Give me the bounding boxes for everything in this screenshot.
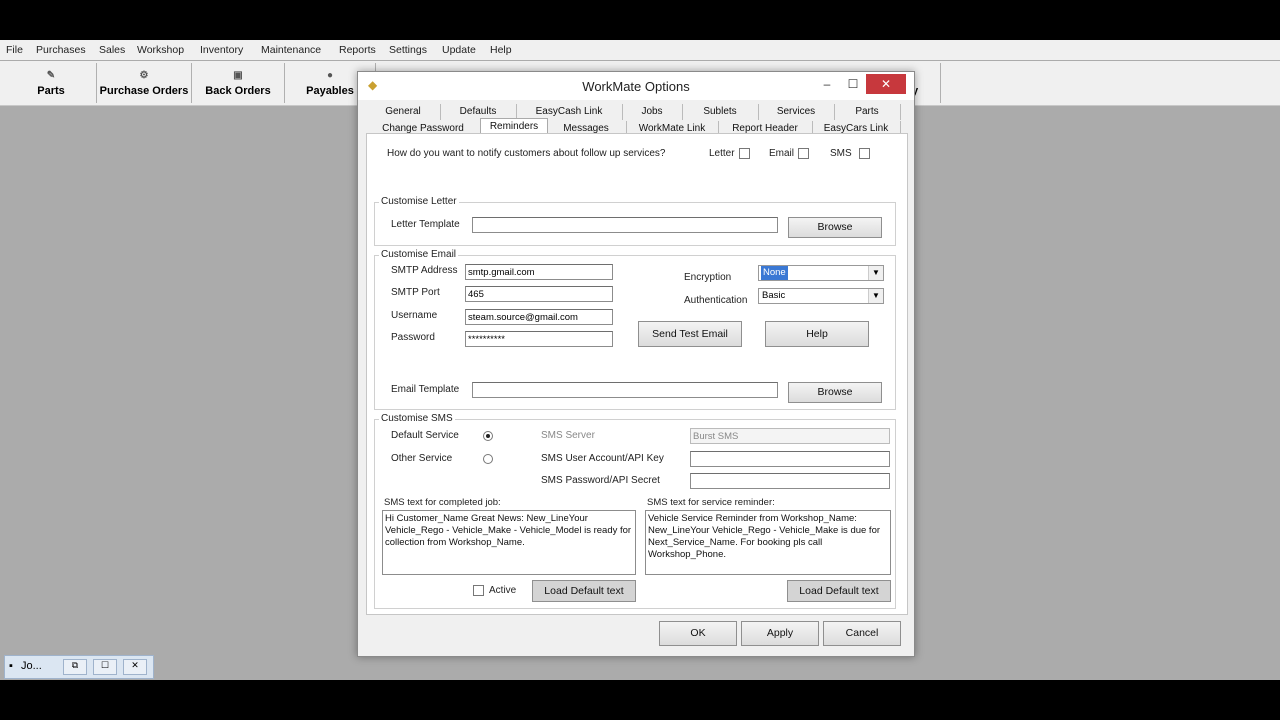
sms-group: Customise SMS Default Service Other Serv…: [374, 413, 896, 609]
sms-completed-label: SMS text for completed job:: [384, 497, 501, 508]
minimized-app-icon: ▪: [9, 660, 13, 672]
workmate-options-dialog: ◆ WorkMate Options – ☐ ✕ General Default…: [357, 71, 915, 657]
password-label: Password: [391, 332, 435, 343]
smtp-address-label: SMTP Address: [391, 265, 458, 276]
notify-letter-checkbox[interactable]: [739, 148, 750, 159]
active-checkbox[interactable]: [473, 585, 484, 596]
encryption-value: None: [761, 266, 788, 280]
sms-server-label: SMS Server: [541, 430, 595, 441]
smtp-address-field[interactable]: smtp.gmail.com: [465, 264, 613, 280]
letter-group-title: Customise Letter: [379, 196, 459, 207]
other-service-radio[interactable]: [483, 454, 493, 464]
letter-template-field[interactable]: [472, 217, 778, 233]
parts-icon: ✎: [46, 70, 56, 81]
minimize-icon[interactable]: –: [816, 74, 838, 94]
send-test-email-button[interactable]: Send Test Email: [638, 321, 742, 347]
back-orders-button[interactable]: ▣ Back Orders: [192, 63, 285, 103]
sms-password-label: SMS Password/API Secret: [541, 475, 660, 486]
tab-general[interactable]: General: [366, 104, 441, 120]
sms-account-label: SMS User Account/API Key: [541, 453, 664, 464]
purchase-orders-icon: ⚙: [139, 70, 149, 81]
authentication-label: Authentication: [684, 295, 748, 306]
close-mini-icon[interactable]: ✕: [123, 659, 147, 675]
tab-parts[interactable]: Parts: [834, 104, 901, 120]
sms-reminder-label: SMS text for service reminder:: [647, 497, 775, 508]
close-icon[interactable]: ✕: [866, 74, 906, 94]
sms-server-field[interactable]: Burst SMS: [690, 428, 890, 444]
encryption-select[interactable]: None ▼: [758, 265, 884, 281]
menu-purchases[interactable]: Purchases: [36, 44, 86, 56]
email-help-button[interactable]: Help: [765, 321, 869, 347]
menu-bar: File Purchases Sales Workshop Inventory …: [0, 40, 1280, 60]
active-label: Active: [489, 585, 517, 596]
back-orders-label: Back Orders: [205, 85, 271, 97]
notify-sms-checkbox[interactable]: [859, 148, 870, 159]
email-template-label: Email Template: [391, 384, 460, 395]
menu-workshop[interactable]: Workshop: [137, 44, 184, 56]
ok-button[interactable]: OK: [659, 621, 737, 646]
maximize-icon[interactable]: ☐: [842, 74, 864, 94]
menu-settings[interactable]: Settings: [389, 44, 427, 56]
menu-reports[interactable]: Reports: [339, 44, 376, 56]
sms-password-field[interactable]: [690, 473, 890, 489]
load-default-reminder-button[interactable]: Load Default text: [787, 580, 891, 602]
menu-inventory[interactable]: Inventory: [200, 44, 243, 56]
email-group-title: Customise Email: [379, 249, 459, 260]
authentication-value: Basic: [762, 290, 786, 301]
smtp-port-field[interactable]: 465: [465, 286, 613, 302]
notify-question: How do you want to notify customers abou…: [387, 148, 666, 159]
encryption-label: Encryption: [684, 272, 732, 283]
letter-browse-button[interactable]: Browse: [788, 217, 882, 238]
username-field[interactable]: steam.source@gmail.com: [465, 309, 613, 325]
notify-letter-label: Letter: [709, 148, 735, 159]
parts-label: Parts: [37, 85, 65, 97]
cancel-button[interactable]: Cancel: [823, 621, 901, 646]
menu-sales[interactable]: Sales: [99, 44, 125, 56]
smtp-port-label: SMTP Port: [391, 287, 440, 298]
email-group: Customise Email SMTP Address smtp.gmail.…: [374, 249, 896, 410]
sms-completed-textarea[interactable]: Hi Customer_Name Great News: New_LineYou…: [382, 510, 636, 575]
other-service-label: Other Service: [391, 453, 453, 464]
minimized-title: Jo...: [21, 660, 42, 672]
username-label: Username: [391, 310, 438, 321]
menu-file[interactable]: File: [6, 44, 23, 56]
sms-reminder-textarea[interactable]: Vehicle Service Reminder from Workshop_N…: [645, 510, 891, 575]
letter-group: Customise Letter Letter Template Browse: [374, 196, 896, 246]
minimized-window[interactable]: ▪ Jo... ⧉ ☐ ✕: [4, 655, 154, 679]
letter-template-label: Letter Template: [391, 219, 460, 230]
reminders-panel: How do you want to notify customers abou…: [366, 133, 908, 615]
restore-icon[interactable]: ⧉: [63, 659, 87, 675]
menu-maintenance[interactable]: Maintenance: [261, 44, 321, 56]
purchase-orders-label: Purchase Orders: [99, 85, 189, 97]
email-template-field[interactable]: [472, 382, 778, 398]
notify-sms-label: SMS: [830, 148, 852, 159]
payables-icon: ●: [326, 70, 334, 81]
dialog-titlebar: ◆ WorkMate Options – ☐ ✕: [358, 72, 914, 100]
maximize-mini-icon[interactable]: ☐: [93, 659, 117, 675]
chevron-down-icon: ▼: [868, 289, 883, 303]
sms-group-title: Customise SMS: [379, 413, 455, 424]
tab-sublets[interactable]: Sublets: [682, 104, 759, 120]
authentication-select[interactable]: Basic ▼: [758, 288, 884, 304]
email-browse-button[interactable]: Browse: [788, 382, 882, 403]
tab-services[interactable]: Services: [758, 104, 835, 120]
parts-button[interactable]: ✎ Parts: [6, 63, 97, 103]
default-service-radio[interactable]: [483, 431, 493, 441]
sms-account-field[interactable]: [690, 451, 890, 467]
tab-jobs[interactable]: Jobs: [622, 104, 683, 120]
menu-help[interactable]: Help: [490, 44, 512, 56]
apply-button[interactable]: Apply: [741, 621, 819, 646]
password-field[interactable]: **********: [465, 331, 613, 347]
purchase-orders-button[interactable]: ⚙ Purchase Orders: [97, 63, 192, 103]
default-service-label: Default Service: [391, 430, 459, 441]
notify-email-checkbox[interactable]: [798, 148, 809, 159]
menu-update[interactable]: Update: [442, 44, 476, 56]
load-default-completed-button[interactable]: Load Default text: [532, 580, 636, 602]
back-orders-icon: ▣: [233, 70, 243, 81]
notify-email-label: Email: [769, 148, 795, 159]
chevron-down-icon: ▼: [868, 266, 883, 280]
